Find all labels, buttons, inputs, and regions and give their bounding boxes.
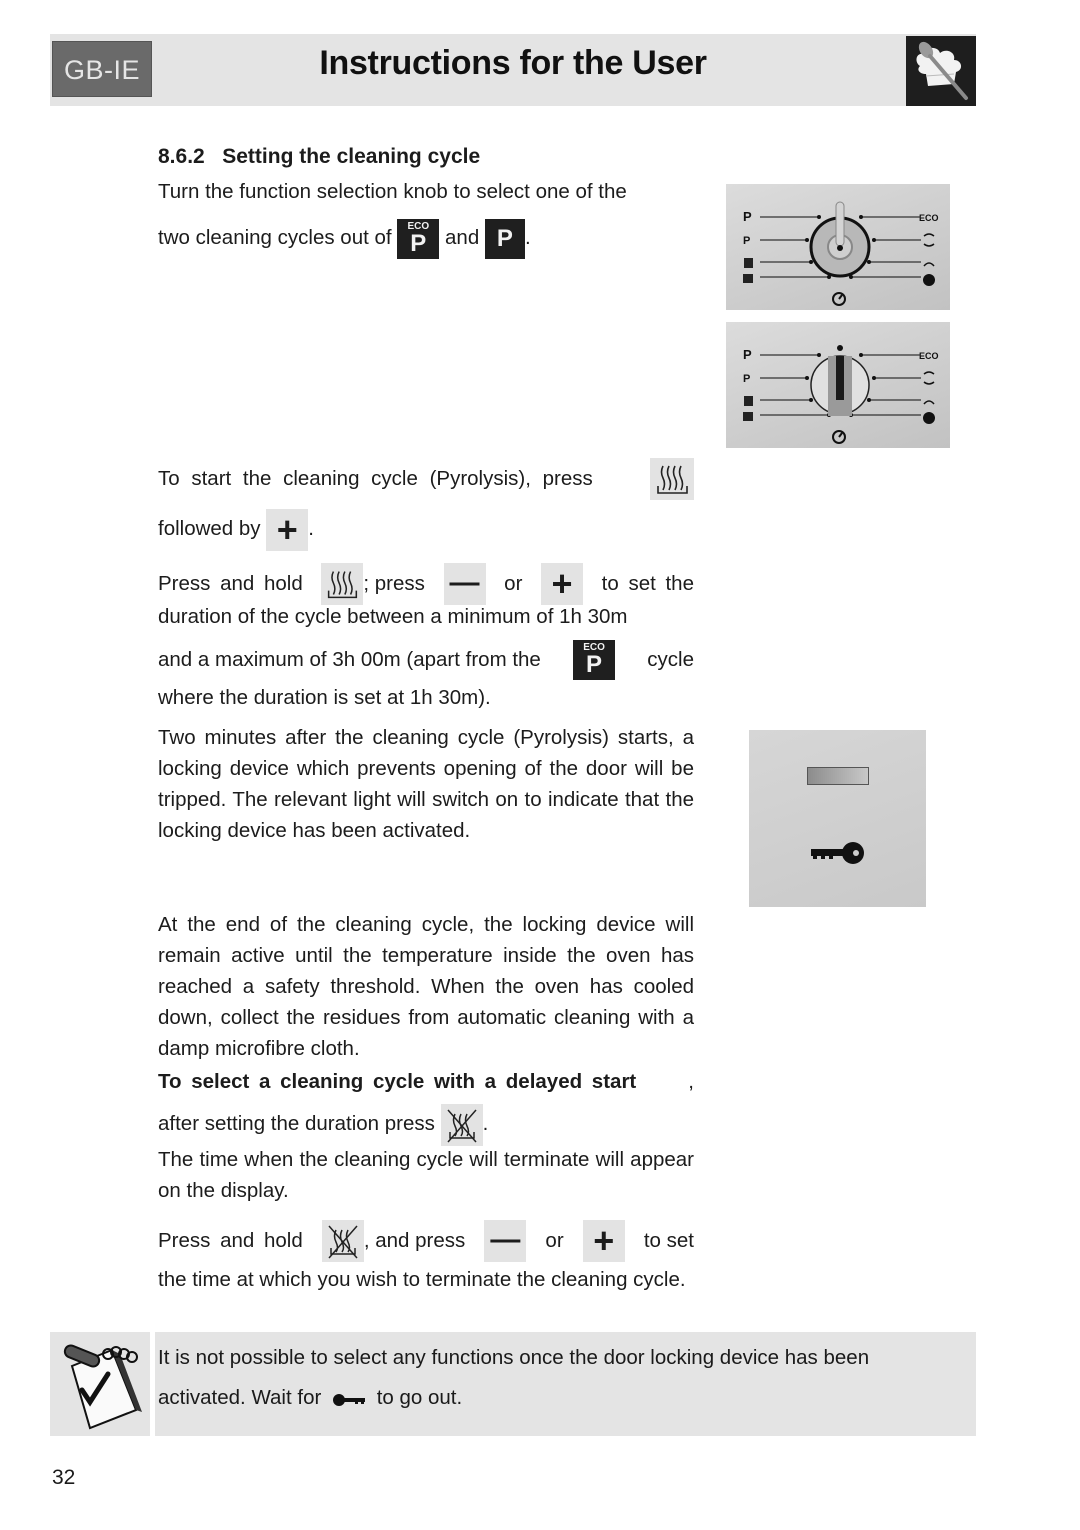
key-icon bbox=[811, 842, 864, 864]
paragraph-set-end-time: Press and hold , and press — or + to set… bbox=[158, 1220, 694, 1295]
minus-glyph: — bbox=[449, 566, 480, 599]
notepad-check-icon bbox=[50, 1332, 150, 1436]
knob-figure-rest: P P ECO bbox=[726, 184, 950, 310]
page-number: 32 bbox=[52, 1466, 76, 1489]
minus-glyph: — bbox=[490, 1223, 521, 1256]
text-fragment: Press and hold bbox=[158, 1229, 303, 1252]
minus-button-icon[interactable]: — bbox=[484, 1220, 527, 1262]
paragraph-start: To start the cleaning cycle (Pyrolysis),… bbox=[158, 458, 694, 551]
knob-figure-pyrolysis: P P ECO bbox=[726, 322, 950, 448]
paragraph-knob: Turn the function selection knob to sele… bbox=[158, 176, 694, 259]
text-fragment: or bbox=[504, 572, 523, 595]
svg-text:ECO: ECO bbox=[919, 213, 939, 223]
text-fragment: followed by bbox=[158, 517, 261, 540]
note-box: It is not possible to select any functio… bbox=[50, 1332, 976, 1436]
delayed-start-button-icon[interactable] bbox=[321, 1220, 364, 1262]
delayed-start-button-icon[interactable] bbox=[440, 1103, 483, 1146]
text-line: The time when the cleaning cycle will te… bbox=[158, 1147, 694, 1202]
minus-button-icon[interactable]: — bbox=[443, 563, 486, 605]
section-number: 8.6.2 bbox=[158, 145, 205, 168]
paragraph-locking: Two minutes after the cleaning cycle (Py… bbox=[158, 726, 694, 842]
text-line: duration of the cycle between a minimum … bbox=[158, 605, 628, 628]
svg-text:P: P bbox=[743, 235, 750, 247]
text-fragment: to set the bbox=[601, 572, 694, 595]
text-fragment: cycle bbox=[647, 648, 694, 671]
svg-text:P: P bbox=[743, 209, 752, 224]
svg-text:P: P bbox=[743, 347, 752, 362]
text-fragment: to set bbox=[643, 1229, 694, 1252]
text-line: the time at which you wish to terminate … bbox=[158, 1268, 686, 1291]
text-fragment: . bbox=[524, 226, 531, 249]
page-header: GB-IE Instructions for the User bbox=[50, 34, 976, 106]
svg-text:ECO: ECO bbox=[919, 351, 939, 361]
eco-pyrolysis-icon: ECO P bbox=[573, 640, 616, 680]
plus-button-icon[interactable]: + bbox=[266, 508, 309, 551]
text-fragment: two cleaning cycles out of bbox=[158, 226, 392, 249]
section-heading: 8.6.2 Setting the cleaning cycle bbox=[158, 141, 694, 172]
text-fragment: after setting the duration press bbox=[158, 1112, 435, 1135]
pyrolysis-icon: P bbox=[484, 218, 525, 259]
text-fragment: or bbox=[545, 1229, 564, 1252]
text-fragment: . bbox=[482, 1112, 489, 1135]
note-content: It is not possible to select any functio… bbox=[155, 1332, 976, 1436]
p-label: P bbox=[586, 651, 603, 678]
indicator-light bbox=[807, 767, 869, 785]
function-knob-diagram-pushed: P P ECO bbox=[743, 345, 939, 444]
svg-text:P: P bbox=[743, 373, 750, 385]
paragraph-duration: Press and hold ; press — or + to set the… bbox=[158, 563, 694, 713]
plus-button-icon[interactable]: + bbox=[582, 1220, 625, 1262]
paragraph-end-of-cycle: At the end of the cleaning cycle, the lo… bbox=[158, 913, 694, 1060]
note-line: It is not possible to select any functio… bbox=[158, 1346, 870, 1369]
text-fragment: , bbox=[688, 1070, 694, 1093]
note-fragment: activated. Wait for bbox=[158, 1386, 322, 1409]
text-line: where the duration is set at 1h 30m). bbox=[158, 686, 491, 709]
page-title: Instructions for the User bbox=[319, 44, 707, 82]
pyrolysis-button-icon[interactable] bbox=[650, 458, 694, 500]
paragraph-delayed-start: To select a cleaning cycle with a delaye… bbox=[158, 1066, 694, 1206]
p-label: P bbox=[410, 229, 427, 257]
text-line: Turn the function selection knob to sele… bbox=[158, 180, 627, 203]
text-fragment: and a maximum of 3h 00m (apart from the bbox=[158, 648, 541, 671]
function-knob-diagram: P P ECO bbox=[743, 201, 939, 306]
p-label: P bbox=[496, 224, 513, 252]
note-fragment: to go out. bbox=[376, 1386, 463, 1409]
chef-hat-spoon-icon bbox=[906, 36, 976, 106]
bold-instruction: To select a cleaning cycle with a delaye… bbox=[158, 1070, 637, 1093]
door-lock-indicator-figure bbox=[749, 730, 926, 907]
text-fragment: , and press bbox=[363, 1229, 466, 1252]
text-fragment: ; press bbox=[363, 572, 425, 595]
text-fragment: and bbox=[445, 226, 480, 249]
text-fragment: . bbox=[308, 517, 314, 540]
plus-button-icon[interactable]: + bbox=[541, 563, 584, 605]
plus-glyph: + bbox=[276, 508, 298, 550]
text-fragment: To start the cleaning cycle (Pyrolysis),… bbox=[158, 467, 593, 490]
key-icon bbox=[333, 1393, 366, 1406]
pyrolysis-button-icon[interactable] bbox=[321, 563, 364, 605]
section-title: Setting the cleaning cycle bbox=[222, 145, 481, 168]
text-fragment: Press and hold bbox=[158, 572, 303, 595]
eco-pyrolysis-icon: ECO P bbox=[397, 218, 440, 259]
plus-glyph: + bbox=[593, 1220, 615, 1261]
plus-glyph: + bbox=[551, 563, 573, 604]
